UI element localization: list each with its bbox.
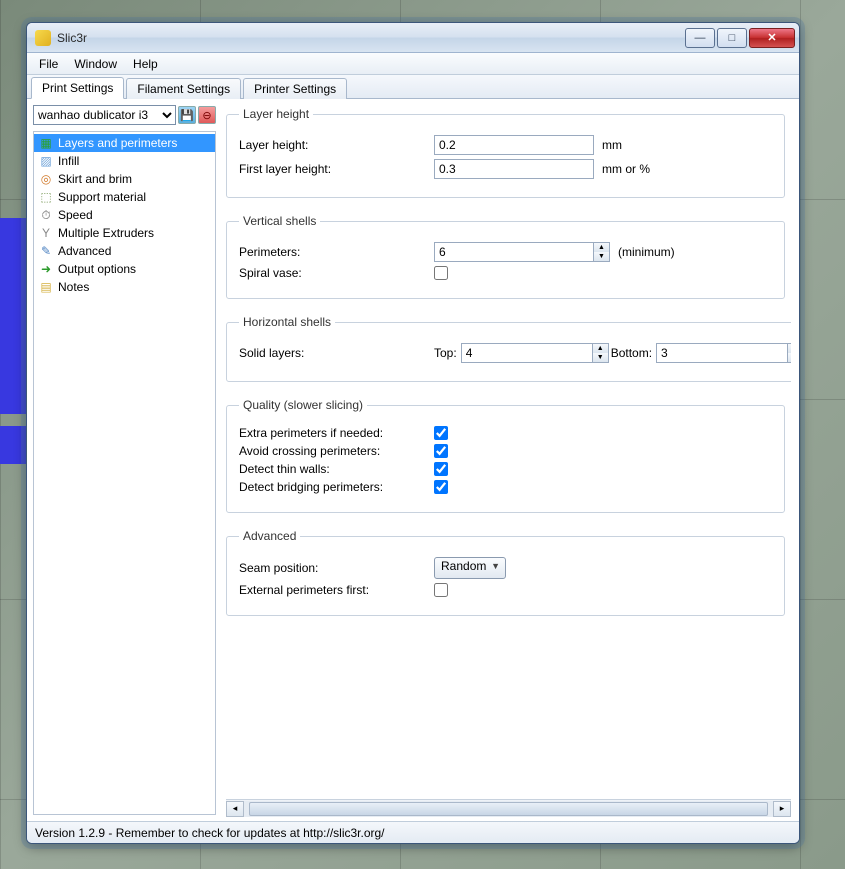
tree-label: Output options	[58, 262, 136, 276]
label-external-first: External perimeters first:	[239, 583, 434, 597]
group-vertical-shells: Vertical shells Perimeters: ▲▼ (minimum)…	[226, 214, 785, 299]
tree-label: Notes	[58, 280, 89, 294]
input-perimeters[interactable]	[434, 242, 594, 262]
delete-icon: ⊖	[202, 109, 211, 122]
label-top: Top:	[434, 346, 457, 360]
tree-icon: ▤	[38, 279, 54, 295]
tree-icon: ⬚	[38, 189, 54, 205]
profile-select[interactable]: wanhao dublicator i3	[33, 105, 176, 125]
tree-label: Advanced	[58, 244, 111, 258]
input-bottom-layers[interactable]	[656, 343, 788, 363]
scroll-right-button[interactable]: ▸	[773, 801, 791, 817]
sidebar-item-support-material[interactable]: ⬚ Support material	[34, 188, 215, 206]
legend-layer-height: Layer height	[239, 107, 313, 121]
menu-window[interactable]: Window	[66, 55, 125, 73]
menu-help[interactable]: Help	[125, 55, 166, 73]
input-layer-height[interactable]	[434, 135, 594, 155]
label-thin-walls: Detect thin walls:	[239, 462, 434, 476]
unit-first-layer-height: mm or %	[602, 162, 650, 176]
label-bottom: Bottom:	[611, 346, 652, 360]
app-window: Slic3r — □ ✕ File Window Help Print Sett…	[26, 22, 800, 844]
tab-filament-settings[interactable]: Filament Settings	[126, 78, 241, 99]
spinner-top[interactable]: ▲▼	[593, 343, 609, 363]
save-profile-button[interactable]: 💾	[178, 106, 196, 124]
delete-profile-button[interactable]: ⊖	[198, 106, 216, 124]
spinner-bottom[interactable]: ▲▼	[788, 343, 791, 363]
checkbox-avoid-crossing[interactable]	[434, 444, 448, 458]
scroll-thumb[interactable]	[249, 802, 768, 816]
sidebar: wanhao dublicator i3 💾 ⊖ ▦ Layers and per…	[27, 99, 222, 821]
save-icon: 💾	[180, 109, 194, 122]
group-quality: Quality (slower slicing) Extra perimeter…	[226, 398, 785, 513]
tree-icon: Y	[38, 225, 54, 241]
tree-label: Layers and perimeters	[58, 136, 177, 150]
scroll-left-button[interactable]: ◂	[226, 801, 244, 817]
group-layer-height: Layer height Layer height: mm First laye…	[226, 107, 785, 198]
close-button[interactable]: ✕	[749, 28, 795, 48]
label-bridging: Detect bridging perimeters:	[239, 480, 434, 494]
maximize-button[interactable]: □	[717, 28, 747, 48]
window-title: Slic3r	[57, 31, 683, 45]
legend-vertical-shells: Vertical shells	[239, 214, 320, 228]
horizontal-scrollbar[interactable]: ◂ ▸	[226, 799, 791, 817]
tree-icon: ✎	[38, 243, 54, 259]
sidebar-item-notes[interactable]: ▤ Notes	[34, 278, 215, 296]
tree-icon: ▨	[38, 153, 54, 169]
tree-label: Speed	[58, 208, 93, 222]
tab-print-settings[interactable]: Print Settings	[31, 77, 124, 99]
titlebar[interactable]: Slic3r — □ ✕	[27, 23, 799, 53]
menu-file[interactable]: File	[31, 55, 66, 73]
tree-label: Infill	[58, 154, 79, 168]
tree-icon: ▦	[38, 135, 54, 151]
tree-icon: ◎	[38, 171, 54, 187]
legend-horizontal-shells: Horizontal shells	[239, 315, 335, 329]
statusbar: Version 1.2.9 - Remember to check for up…	[27, 821, 799, 843]
checkbox-spiral-vase[interactable]	[434, 266, 448, 280]
select-seam-position[interactable]: Random	[434, 557, 506, 579]
settings-tree: ▦ Layers and perimeters ▨ Infill ◎ Skirt and …	[33, 131, 216, 815]
spinner-perimeters[interactable]: ▲▼	[594, 242, 610, 262]
label-avoid-crossing: Avoid crossing perimeters:	[239, 444, 434, 458]
checkbox-extra-perimeters[interactable]	[434, 426, 448, 440]
label-layer-height: Layer height:	[239, 138, 434, 152]
label-first-layer-height: First layer height:	[239, 162, 434, 176]
checkbox-bridging[interactable]	[434, 480, 448, 494]
content-panel: Layer height Layer height: mm First laye…	[222, 99, 799, 821]
checkbox-thin-walls[interactable]	[434, 462, 448, 476]
input-first-layer-height[interactable]	[434, 159, 594, 179]
sidebar-item-advanced[interactable]: ✎ Advanced	[34, 242, 215, 260]
tabbar: Print Settings Filament Settings Printer…	[27, 75, 799, 99]
tree-icon: ➜	[38, 261, 54, 277]
app-icon	[35, 30, 51, 46]
label-solid-layers: Solid layers:	[239, 346, 434, 360]
input-top-layers[interactable]	[461, 343, 593, 363]
group-horizontal-shells: Horizontal shells Solid layers: Top: ▲▼ …	[226, 315, 791, 382]
status-text: Version 1.2.9 - Remember to check for up…	[35, 826, 385, 840]
label-spiral-vase: Spiral vase:	[239, 266, 434, 280]
group-advanced: Advanced Seam position: Random External …	[226, 529, 785, 616]
tree-icon: ⏱	[38, 207, 54, 223]
sidebar-item-speed[interactable]: ⏱ Speed	[34, 206, 215, 224]
sidebar-item-multiple-extruders[interactable]: Y Multiple Extruders	[34, 224, 215, 242]
tab-printer-settings[interactable]: Printer Settings	[243, 78, 347, 99]
unit-perimeters: (minimum)	[618, 245, 675, 259]
sidebar-item-infill[interactable]: ▨ Infill	[34, 152, 215, 170]
legend-quality: Quality (slower slicing)	[239, 398, 367, 412]
scroll-track[interactable]	[244, 801, 773, 817]
sidebar-item-output-options[interactable]: ➜ Output options	[34, 260, 215, 278]
checkbox-external-first[interactable]	[434, 583, 448, 597]
tree-label: Skirt and brim	[58, 172, 132, 186]
sidebar-item-skirt-and-brim[interactable]: ◎ Skirt and brim	[34, 170, 215, 188]
legend-advanced: Advanced	[239, 529, 300, 543]
label-perimeters: Perimeters:	[239, 245, 434, 259]
tree-label: Support material	[58, 190, 146, 204]
unit-layer-height: mm	[602, 138, 622, 152]
menubar: File Window Help	[27, 53, 799, 75]
label-extra-perimeters: Extra perimeters if needed:	[239, 426, 434, 440]
tree-label: Multiple Extruders	[58, 226, 154, 240]
label-seam-position: Seam position:	[239, 561, 434, 575]
sidebar-item-layers-and-perimeters[interactable]: ▦ Layers and perimeters	[34, 134, 215, 152]
minimize-button[interactable]: —	[685, 28, 715, 48]
